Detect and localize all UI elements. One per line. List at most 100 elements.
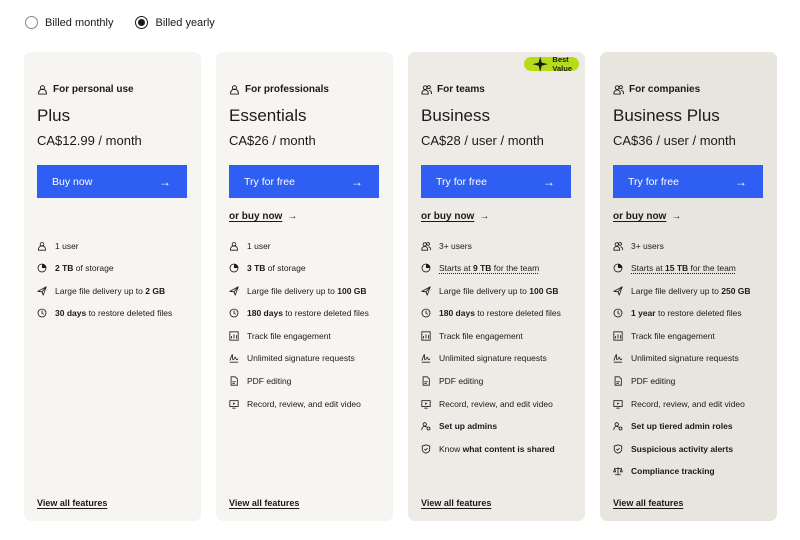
feature-list: 3+ users Starts at 15 TB for the team Larg… (613, 240, 751, 489)
admin-icon (421, 422, 431, 431)
feature-item: 1 user (229, 240, 369, 251)
cta-button-label: Try for free (628, 175, 679, 188)
feature-text: PDF editing (247, 376, 291, 386)
feature-item: PDF editing (421, 376, 561, 387)
arrow-right-icon: → (351, 174, 363, 189)
view-all-features-link[interactable]: View all features (421, 498, 491, 508)
cta-button[interactable]: Try for free → (613, 165, 763, 198)
feature-text-part: Record, review, and edit video (631, 398, 745, 409)
video-icon (229, 399, 239, 409)
feature-item: Compliance tracking (613, 466, 751, 477)
feature-text: Large file delivery up to 2 GB (55, 286, 165, 296)
feature-text: 1 user (55, 241, 79, 251)
view-all-features-link[interactable]: View all features (37, 498, 107, 508)
plan-audience-label: For professionals (245, 84, 329, 95)
signature-icon (229, 354, 239, 364)
billed-monthly-option[interactable]: Billed monthly (25, 16, 113, 29)
feature-item: Large file delivery up to 250 GB (613, 285, 751, 296)
shield-icon (613, 444, 623, 454)
or-buy-now-label: or buy now (229, 211, 283, 222)
scale-icon (613, 467, 623, 476)
feature-text-part: Record, review, and edit video (439, 398, 553, 409)
billed-yearly-label: Billed yearly (155, 16, 215, 29)
send-icon (613, 286, 623, 296)
plan-name: Essentials (229, 106, 307, 125)
feature-text-part: Track file engagement (247, 330, 331, 341)
plan-name: Business (421, 106, 490, 125)
feature-text-part: Large file delivery up to (631, 285, 722, 296)
chart-icon (613, 331, 623, 341)
user-icon (38, 241, 46, 251)
cta-button[interactable]: Try for free → (229, 165, 379, 198)
feature-item: Starts at 15 TB for the team (613, 263, 751, 274)
send-icon (421, 286, 431, 296)
feature-text-part: Large file delivery up to (55, 285, 146, 296)
feature-item: Track file engagement (229, 330, 369, 341)
billed-yearly-option[interactable]: Billed yearly (135, 16, 215, 29)
feature-text-part: for the team (688, 263, 736, 274)
plan-price: CA$28 / user / month (421, 133, 544, 148)
users-icon (421, 241, 431, 251)
plan-name: Business Plus (613, 106, 720, 125)
feature-text: Compliance tracking (631, 466, 715, 476)
feature-text-part: to restore deleted files (655, 308, 742, 319)
feature-item: Record, review, and edit video (421, 398, 561, 409)
or-buy-now-link[interactable]: or buy now → (421, 211, 489, 222)
view-all-features-link[interactable]: View all features (613, 498, 683, 508)
feature-text: PDF editing (439, 376, 483, 386)
feature-item: 180 days to restore deleted files (421, 308, 561, 319)
feature-text: 3+ users (631, 241, 664, 251)
feature-text-part: Unlimited signature requests (247, 353, 355, 364)
clock-restore-icon (229, 308, 239, 318)
pdf-icon (230, 376, 238, 386)
feature-text-part: 250 GB (721, 285, 751, 296)
feature-item: Track file engagement (613, 330, 751, 341)
users-icon (613, 241, 623, 251)
feature-text: Record, review, and edit video (439, 399, 553, 409)
cta-button[interactable]: Buy now → (37, 165, 187, 198)
feature-text: Unlimited signature requests (439, 353, 547, 363)
feature-item: Starts at 9 TB for the team (421, 263, 561, 274)
feature-text-part: Large file delivery up to (247, 285, 338, 296)
feature-text: Suspicious activity alerts (631, 444, 733, 454)
feature-item: Unlimited signature requests (421, 353, 561, 364)
cta-button[interactable]: Try for free → (421, 165, 571, 198)
feature-text-part: what content is shared (462, 443, 555, 454)
plan-price: CA$26 / month (229, 133, 316, 148)
chart-icon (421, 331, 431, 341)
feature-text-part: 100 GB (337, 285, 367, 296)
or-buy-now-label: or buy now (421, 211, 475, 222)
users-icon (613, 85, 624, 95)
billed-yearly-radio[interactable] (135, 16, 149, 29)
feature-list: 3+ users Starts at 9 TB for the team Large… (421, 240, 561, 466)
feature-text: Large file delivery up to 250 GB (631, 286, 751, 296)
feature-text: Know what content is shared (439, 444, 555, 454)
view-all-features-link[interactable]: View all features (229, 498, 299, 508)
feature-text-part: PDF editing (439, 376, 484, 387)
feature-text-part: Compliance tracking (631, 466, 715, 477)
feature-text-part: PDF editing (247, 376, 292, 387)
billed-monthly-radio[interactable] (25, 16, 38, 29)
or-buy-now-link[interactable]: or buy now → (229, 211, 297, 222)
signature-icon (613, 354, 623, 364)
feature-text-part: Know (439, 443, 463, 454)
pricing-cards: For personal use Plus CA$12.99 / month Buy … (24, 52, 777, 521)
best-value-badge-label: Best Value (552, 55, 573, 73)
feature-item: 180 days to restore deleted files (229, 308, 369, 319)
feature-item: Record, review, and edit video (229, 398, 369, 409)
user-icon (38, 85, 47, 95)
feature-item: PDF editing (613, 376, 751, 387)
or-buy-now-link[interactable]: or buy now → (613, 211, 681, 222)
feature-item: 1 year to restore deleted files (613, 308, 751, 319)
billed-monthly-label: Billed monthly (45, 16, 114, 29)
feature-item: Unlimited signature requests (613, 353, 751, 364)
feature-item: PDF editing (229, 376, 369, 387)
feature-text: Large file delivery up to 100 GB (247, 286, 367, 296)
feature-text-part: 3+ users (631, 240, 664, 251)
sparkle-icon (532, 56, 548, 72)
feature-text: 3+ users (439, 241, 472, 251)
clock-restore-icon (37, 308, 47, 318)
feature-text-part: for the team (491, 263, 540, 274)
feature-item: 3+ users (421, 240, 561, 251)
send-icon (229, 286, 239, 296)
